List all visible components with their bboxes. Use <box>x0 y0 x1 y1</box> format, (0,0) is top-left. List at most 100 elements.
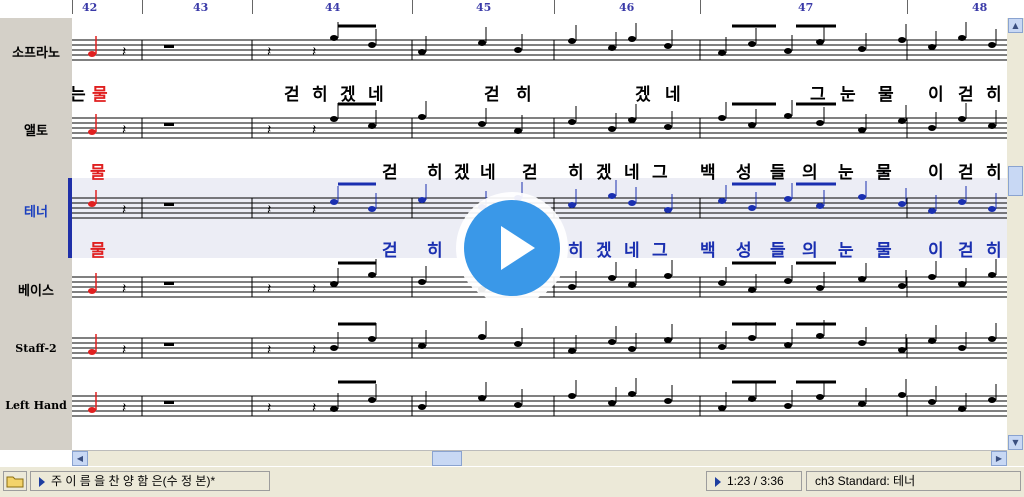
track-label-alto[interactable]: 앨토 <box>0 120 72 139</box>
time-pane: 1:23 / 3:36 <box>706 471 802 491</box>
lyric-syllable: 겠 <box>454 163 470 182</box>
lyric-syllable: 히 <box>312 85 328 104</box>
play-icon[interactable] <box>464 200 560 296</box>
svg-text:𝄽: 𝄽 <box>267 342 271 358</box>
lyric-syllable: 히 <box>986 241 1002 260</box>
lyric-syllable: 물 <box>876 241 892 260</box>
lyric-syllable: 물 <box>90 241 106 260</box>
song-title: 주 이 름 을 찬 양 함 은(수 정 본)* <box>51 474 216 488</box>
svg-text:𝄽: 𝄽 <box>122 400 126 416</box>
lyric-syllable: 겠 <box>596 163 612 182</box>
lyric-syllable: 걷 <box>484 85 500 104</box>
measure-ruler[interactable]: 42 43 44 45 46 47 48 <box>72 0 1007 19</box>
lyric-syllable: 히 <box>986 85 1002 104</box>
measure-number: 44 <box>325 1 341 14</box>
svg-text:𝄽: 𝄽 <box>122 202 126 218</box>
lyric-syllable: 이 <box>928 241 944 260</box>
staff: 𝄽 𝄽 𝄽 <box>72 320 1007 359</box>
lyric-syllable: 눈 <box>838 241 854 260</box>
track-label-left-hand[interactable]: Left Hand <box>0 399 72 412</box>
lyric-syllable: 눈 <box>840 85 856 104</box>
track-name-panel: 소프라노 앨토 테너 베이스 Staff-2 Left Hand <box>0 18 73 450</box>
svg-text:𝄽: 𝄽 <box>267 281 271 297</box>
folder-icon <box>6 476 24 488</box>
scroll-down-arrow-icon[interactable]: ▼ <box>1008 435 1023 450</box>
lyric-syllable: 성 <box>736 163 752 182</box>
lyric-syllable: 히 <box>516 85 532 104</box>
play-triangle-icon <box>39 476 45 487</box>
lyric-syllable: 들 <box>770 241 786 260</box>
lyric-syllable: 의 <box>802 163 818 182</box>
scroll-up-arrow-icon[interactable]: ▲ <box>1008 18 1023 33</box>
lyric-syllable: 겠 <box>635 85 651 104</box>
lyrics-soprano: 는 물 걷 히 겠 네 걷 히 겠 네 그 눈 물 이 걷 히 <box>72 80 1007 104</box>
lyric-syllable: 걷 <box>958 163 974 182</box>
lyric-syllable: 그 <box>652 241 668 260</box>
lyric-syllable: 걷 <box>958 241 974 260</box>
folder-button[interactable] <box>3 471 27 491</box>
lyric-syllable: 겠 <box>596 241 612 260</box>
lyric-syllable: 이 <box>928 163 944 182</box>
svg-text:𝄽: 𝄽 <box>122 342 126 358</box>
lyric-syllable: 히 <box>568 163 584 182</box>
svg-text:𝄽: 𝄽 <box>122 122 126 138</box>
track-label-bass[interactable]: 베이스 <box>0 280 72 299</box>
lyric-syllable: 네 <box>480 163 496 182</box>
lyrics-alto: 물 걷 히 겠 네 걷 히 겠 네 그 백 성 들 의 눈 물 이 걷 히 <box>72 158 1007 182</box>
play-triangle-icon <box>715 476 721 487</box>
lyric-syllable: 의 <box>802 241 818 260</box>
lyric-syllable: 히 <box>427 241 443 260</box>
svg-text:𝄽: 𝄽 <box>122 44 126 60</box>
staff: 𝄽 𝄽 𝄽 <box>72 100 1007 139</box>
svg-text:𝄽: 𝄽 <box>312 281 316 297</box>
measure-number: 45 <box>476 1 492 14</box>
scroll-right-arrow-icon[interactable]: ▶ <box>991 451 1007 466</box>
measure-number: 46 <box>619 1 635 14</box>
lyric-syllable: 네 <box>665 85 681 104</box>
svg-text:𝄽: 𝄽 <box>267 400 271 416</box>
lyric-syllable: 걷 <box>958 85 974 104</box>
svg-text:𝄽: 𝄽 <box>312 122 316 138</box>
lyric-syllable: 물 <box>878 85 894 104</box>
lyric-syllable: 히 <box>986 163 1002 182</box>
lyric-syllable: 네 <box>624 163 640 182</box>
measure-number: 43 <box>193 1 209 14</box>
track-label-tenor[interactable]: 테너 <box>0 201 72 220</box>
staff: 𝄽 𝄽 𝄽 <box>72 22 1007 61</box>
svg-text:𝄽: 𝄽 <box>267 202 271 218</box>
vertical-scrollbar[interactable]: ▲ ▼ <box>1007 18 1024 450</box>
staff: 𝄽 𝄽 𝄽 <box>72 378 1007 417</box>
lyric-syllable: 걷 <box>382 241 398 260</box>
lyric-syllable: 걷 <box>382 163 398 182</box>
playback-time: 1:23 / 3:36 <box>727 474 784 488</box>
measure-number: 48 <box>972 1 988 14</box>
score-area[interactable]: 𝄽 𝄽 𝄽 𝄽 𝄽 𝄽 𝄽 𝄽 𝄽 𝄽 𝄽 𝄽 𝄽 𝄽 𝄽 𝄽 𝄽 𝄽 는 물 걷 히 겠 네 걷 히 겠 네 그… <box>72 18 1007 450</box>
scroll-left-arrow-icon[interactable]: ◀ <box>72 451 88 466</box>
horizontal-scrollbar[interactable]: ◀ ▶ <box>72 450 1007 467</box>
lyric-syllable: 히 <box>427 163 443 182</box>
lyric-syllable: 이 <box>928 85 944 104</box>
vertical-scroll-thumb[interactable] <box>1008 166 1023 196</box>
status-bar: 주 이 름 을 찬 양 함 은(수 정 본)* 1:23 / 3:36 ch3 … <box>0 466 1024 497</box>
song-title-pane[interactable]: 주 이 름 을 찬 양 함 은(수 정 본)* <box>30 471 270 491</box>
lyric-syllable: 그 <box>810 85 826 104</box>
lyric-syllable: 물 <box>90 163 106 182</box>
svg-text:𝄽: 𝄽 <box>312 342 316 358</box>
horizontal-scroll-thumb[interactable] <box>432 451 462 466</box>
track-label-staff-2[interactable]: Staff-2 <box>0 342 72 355</box>
lyric-syllable: 는 <box>72 85 86 104</box>
svg-text:𝄽: 𝄽 <box>312 202 316 218</box>
track-label-soprano[interactable]: 소프라노 <box>0 42 72 61</box>
lyric-syllable: 백 <box>700 241 716 260</box>
measure-number: 42 <box>82 1 98 14</box>
channel-info: ch3 Standard: 테너 <box>815 474 916 488</box>
lyric-syllable: 네 <box>624 241 640 260</box>
lyric-syllable: 성 <box>736 241 752 260</box>
svg-text:𝄽: 𝄽 <box>312 44 316 60</box>
lyric-syllable: 그 <box>652 163 668 182</box>
svg-text:𝄽: 𝄽 <box>122 281 126 297</box>
play-button[interactable] <box>456 192 568 304</box>
svg-text:𝄽: 𝄽 <box>267 44 271 60</box>
svg-text:𝄽: 𝄽 <box>267 122 271 138</box>
measure-number: 47 <box>798 1 814 14</box>
